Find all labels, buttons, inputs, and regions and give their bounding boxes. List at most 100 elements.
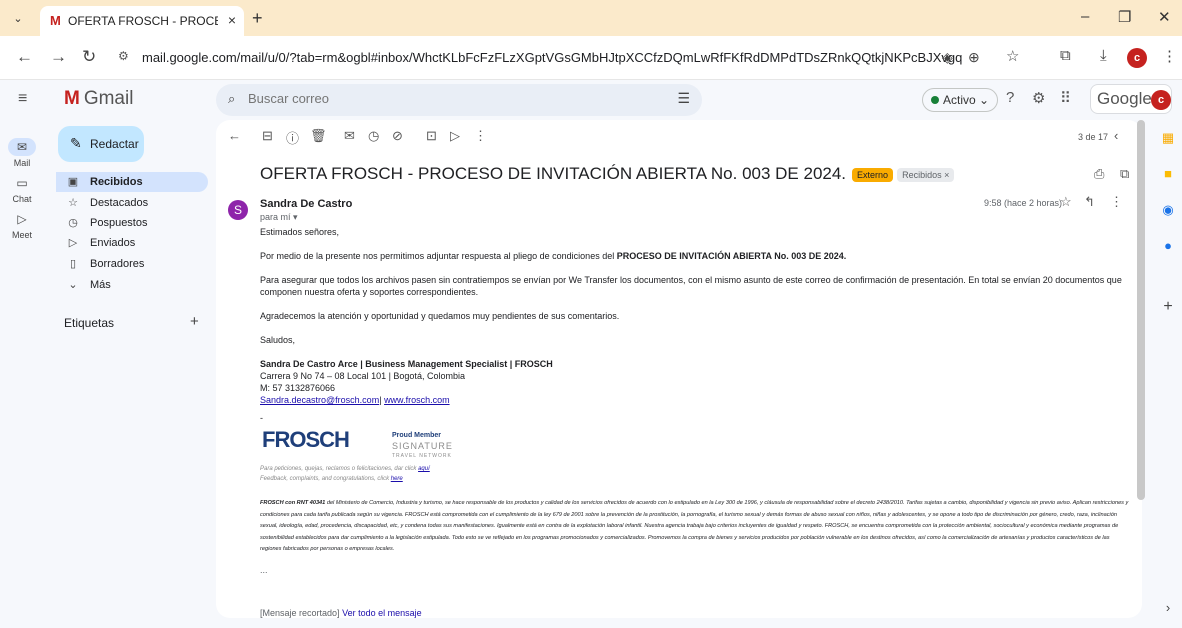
sidebar-item-starred[interactable]: ☆ Destacados — [56, 193, 208, 213]
help-icon[interactable]: ? — [1006, 89, 1014, 106]
reply-icon[interactable]: ↰ — [1084, 194, 1095, 210]
calendar-icon[interactable]: ▦ — [1158, 130, 1178, 146]
sender-name[interactable]: Sandra De Castro — [260, 198, 352, 210]
reload-icon[interactable]: ↻ — [82, 47, 96, 67]
browser-tab[interactable]: M OFERTA FROSCH - PROCESO DE × — [40, 6, 244, 36]
status-label: Activo — [943, 93, 976, 107]
sidebar-item-label: Enviados — [90, 237, 136, 249]
add-to-tasks-icon[interactable]: ⊘ — [392, 128, 403, 144]
tab-title: OFERTA FROSCH - PROCESO DE — [68, 14, 218, 28]
mail-icon: ✉ — [8, 138, 36, 156]
feedback-es-link[interactable]: aquí — [418, 466, 430, 472]
signature: Sandra De Castro Arce | Business Managem… — [260, 358, 1130, 576]
gmail-m-icon: M — [64, 88, 80, 109]
account-avatar[interactable]: c — [1151, 90, 1171, 110]
label-icon[interactable]: ▷ — [450, 128, 460, 144]
delete-icon[interactable]: 🗑 — [310, 128, 327, 144]
rail-meet[interactable]: ▷ Meet — [0, 210, 44, 240]
search-box[interactable]: ⌕ ☰ — [216, 84, 702, 116]
google-account-box[interactable]: Google c — [1090, 84, 1172, 114]
close-window-icon[interactable]: ✕ — [1158, 8, 1171, 26]
frosch-logo-text: FROSCH — [262, 427, 350, 452]
sidebar-item-inbox[interactable]: ▣ Recibidos — [56, 172, 208, 192]
signature-web-link[interactable]: www.frosch.com — [384, 395, 450, 405]
compose-button[interactable]: ✎ Redactar — [58, 126, 144, 162]
rail-mail[interactable]: ✉ Mail — [0, 138, 44, 168]
extensions-icon[interactable]: ⧉ — [1060, 47, 1071, 64]
travel-network-text: TRAVEL NETWORK — [392, 453, 452, 459]
report-spam-icon[interactable]: ⓘ — [286, 128, 299, 147]
open-new-window-icon[interactable]: ⧉ — [1120, 166, 1129, 182]
ellipsis[interactable]: ... — [260, 564, 1130, 576]
compose-label: Redactar — [90, 137, 139, 151]
star-icon: ☆ — [68, 197, 78, 209]
contacts-icon[interactable]: ● — [1158, 238, 1178, 253]
main-menu-icon[interactable]: ≡ — [18, 90, 27, 108]
site-info-icon[interactable]: ⚙ — [118, 49, 129, 63]
pencil-icon: ✎ — [70, 135, 82, 151]
feedback-en-link[interactable]: here — [391, 476, 403, 482]
sidebar-item-more[interactable]: ⌄ Más — [56, 275, 208, 295]
gmail-logo[interactable]: M Gmail — [64, 88, 133, 110]
signature-address: Carrera 9 No 74 – 08 Local 101 | Bogotá,… — [260, 371, 465, 381]
new-tab-icon[interactable]: + — [252, 8, 263, 29]
feedback-en: Feedback, complaints, and congratulation… — [260, 474, 1130, 484]
chat-icon: ▭ — [16, 176, 28, 190]
rail-label: Mail — [13, 158, 31, 168]
tab-search-icon[interactable]: ⌄ — [8, 9, 28, 29]
sender-avatar[interactable]: S — [228, 200, 248, 220]
hide-panel-icon[interactable]: › — [1158, 600, 1178, 615]
mark-unread-icon[interactable]: ✉ — [344, 128, 355, 144]
message-more-icon[interactable]: ⋮ — [1110, 194, 1123, 210]
rail-chat[interactable]: ▭ Chat — [0, 174, 44, 204]
status-dot-icon — [931, 96, 939, 104]
keep-icon[interactable]: ■ — [1158, 166, 1178, 181]
restore-icon[interactable]: ❐ — [1118, 8, 1131, 26]
archive-icon[interactable]: ⊟ — [262, 128, 273, 144]
download-icon[interactable]: ⤓ — [1100, 47, 1107, 64]
browser-menu-icon[interactable]: ⋮ — [1162, 47, 1177, 65]
sidebar-item-sent[interactable]: ▷ Enviados — [56, 233, 208, 253]
gmail-logo-text: Gmail — [83, 88, 134, 109]
add-addon-icon[interactable]: + — [1158, 298, 1178, 316]
more-options-icon[interactable]: ⋮ — [474, 128, 487, 144]
mail-view: ← ⊟ ⓘ 🗑 ✉ ◷ ⊘ ⊡ ▷ ⋮ 3 de 17 ‹ › OFERTA F… — [216, 120, 1142, 618]
browser-profile-avatar[interactable]: c — [1127, 48, 1147, 68]
zoom-icon[interactable]: ⊕ — [968, 49, 980, 66]
print-icon[interactable]: ⎙ — [1094, 166, 1104, 182]
scrollbar[interactable] — [1137, 120, 1145, 500]
status-dropdown[interactable]: Activo ⌄ — [922, 88, 998, 112]
forward-icon[interactable]: → — [50, 47, 67, 67]
inbox-label-chip[interactable]: Recibidos × — [897, 167, 955, 182]
chevron-down-icon: ⌄ — [68, 279, 78, 291]
url-text[interactable]: mail.google.com/mail/u/0/?tab=rm&ogbl#in… — [142, 50, 962, 65]
bookmark-star-icon[interactable]: ☆ — [1006, 47, 1019, 65]
sidebar-item-snoozed[interactable]: ◷ Pospuestos — [56, 213, 208, 233]
apps-grid-icon[interactable]: ⠿ — [1060, 89, 1071, 107]
search-icon[interactable]: ⌕ — [228, 91, 235, 107]
search-options-icon[interactable]: ☰ — [677, 90, 690, 107]
star-message-icon[interactable]: ☆ — [1060, 194, 1072, 210]
settings-gear-icon[interactable]: ⚙ — [1032, 89, 1045, 107]
tasks-icon[interactable]: ◉ — [1158, 202, 1178, 218]
eye-icon[interactable]: ◈ — [942, 49, 953, 66]
legal-bold: FROSCH con RNT 40341 — [260, 500, 326, 506]
snooze-icon[interactable]: ◷ — [368, 128, 379, 144]
subject-text: OFERTA FROSCH - PROCESO DE INVITACIÓN AB… — [260, 164, 847, 183]
add-label-icon[interactable]: + — [190, 313, 199, 330]
sidebar-item-drafts[interactable]: ▯ Borradores — [56, 254, 208, 274]
newer-icon[interactable]: ‹ — [1114, 128, 1118, 143]
minimize-icon[interactable]: – — [1081, 8, 1089, 25]
search-input[interactable] — [248, 91, 628, 106]
legal-text: del Ministerio de Comercio, Industria y … — [260, 500, 1129, 552]
back-icon[interactable]: ← — [16, 47, 33, 67]
paragraph-2: Para asegurar que todos los archivos pas… — [260, 275, 1122, 297]
back-to-inbox-icon[interactable]: ← — [228, 128, 241, 143]
move-to-icon[interactable]: ⊡ — [426, 128, 437, 144]
view-all-link[interactable]: Ver todo el mensaje — [342, 608, 422, 618]
recipient-details[interactable]: para mí ▾ — [260, 212, 298, 223]
greeting: Estimados señores, — [260, 227, 340, 237]
tab-close-icon[interactable]: × — [228, 12, 236, 28]
address-bar[interactable]: ⚙ mail.google.com/mail/u/0/?tab=rm&ogbl#… — [110, 42, 990, 74]
signature-email-link[interactable]: Sandra.decastro@frosch.com — [260, 395, 379, 405]
